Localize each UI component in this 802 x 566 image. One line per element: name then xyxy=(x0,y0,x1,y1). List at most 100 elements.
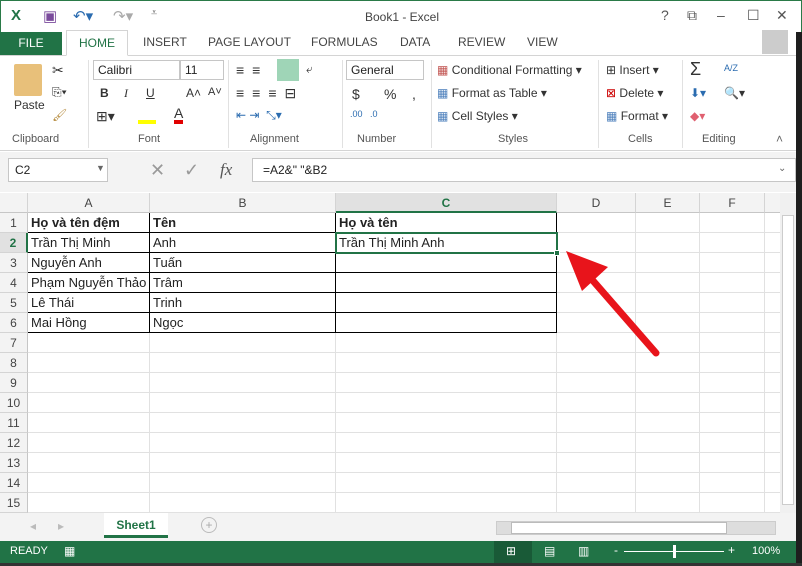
cell-C9[interactable] xyxy=(336,373,557,393)
cell-E14[interactable] xyxy=(636,473,700,493)
horizontal-align-icons[interactable]: ≡≡≡⊟ xyxy=(236,85,304,102)
cell-G15[interactable] xyxy=(765,493,780,513)
cell-G5[interactable] xyxy=(765,293,780,313)
tab-formulas[interactable]: FORMULAS xyxy=(311,35,378,49)
cell-F4[interactable] xyxy=(700,273,765,293)
row-header-10[interactable]: 10 xyxy=(0,393,28,413)
cell-E9[interactable] xyxy=(636,373,700,393)
cell-B13[interactable] xyxy=(150,453,336,473)
vertical-align-icons[interactable]: ≡≡ xyxy=(236,62,268,78)
expand-formula-icon[interactable]: ⌄ xyxy=(778,163,786,174)
page-layout-view-icon[interactable]: ▤ xyxy=(544,544,555,558)
cell-A6[interactable]: Mai Hồng xyxy=(28,313,150,333)
column-header-g[interactable] xyxy=(765,193,780,213)
tab-file[interactable]: FILE xyxy=(0,32,62,55)
cell-A2[interactable]: Trần Thị Minh xyxy=(28,233,150,253)
tab-data[interactable]: DATA xyxy=(400,35,430,49)
cell-A7[interactable] xyxy=(28,333,150,353)
find-select-icon[interactable]: 🔍▾ xyxy=(724,86,745,100)
cell-G11[interactable] xyxy=(765,413,780,433)
name-box[interactable]: C2 xyxy=(8,158,108,182)
cell-F2[interactable] xyxy=(700,233,765,253)
cell-E12[interactable] xyxy=(636,433,700,453)
cell-C13[interactable] xyxy=(336,453,557,473)
horizontal-scroll-thumb[interactable] xyxy=(511,522,727,534)
cell-B6[interactable]: Ngọc xyxy=(150,313,336,333)
cell-B15[interactable] xyxy=(150,493,336,513)
cell-G10[interactable] xyxy=(765,393,780,413)
cell-F7[interactable] xyxy=(700,333,765,353)
cell-C10[interactable] xyxy=(336,393,557,413)
insert-function-button[interactable]: fx xyxy=(220,160,232,180)
cell-F8[interactable] xyxy=(700,353,765,373)
cell-E10[interactable] xyxy=(636,393,700,413)
minimize-button[interactable]: – xyxy=(717,7,725,23)
cell-B9[interactable] xyxy=(150,373,336,393)
user-avatar[interactable] xyxy=(762,30,788,54)
row-header-5[interactable]: 5 xyxy=(0,293,28,313)
cell-A5[interactable]: Lê Thái xyxy=(28,293,150,313)
row-header-2[interactable]: 2 xyxy=(0,233,28,253)
help-button[interactable]: ? xyxy=(661,7,669,23)
decrease-decimal-button[interactable]: .0 xyxy=(370,109,378,119)
clear-icon[interactable]: ◆▾ xyxy=(690,109,705,123)
grow-font-button[interactable]: A˄ xyxy=(186,86,201,100)
cell-C5[interactable] xyxy=(336,293,557,313)
cell-A10[interactable] xyxy=(28,393,150,413)
column-header-e[interactable]: E xyxy=(636,193,700,213)
paste-button[interactable]: Paste xyxy=(14,98,45,112)
cell-C1[interactable]: Họ và tên xyxy=(336,213,557,233)
row-header-3[interactable]: 3 xyxy=(0,253,28,273)
fill-color-icon[interactable] xyxy=(138,108,156,124)
cell-C7[interactable] xyxy=(336,333,557,353)
cell-A3[interactable]: Nguyễn Anh xyxy=(28,253,150,273)
column-header-d[interactable]: D xyxy=(557,193,636,213)
cell-A12[interactable] xyxy=(28,433,150,453)
cell-E1[interactable] xyxy=(636,213,700,233)
row-header-13[interactable]: 13 xyxy=(0,453,28,473)
italic-button[interactable]: I xyxy=(124,86,128,101)
tab-home[interactable]: HOME xyxy=(66,30,128,56)
row-header-11[interactable]: 11 xyxy=(0,413,28,433)
tab-review[interactable]: REVIEW xyxy=(458,35,505,49)
vertical-scrollbar[interactable] xyxy=(780,193,796,513)
middle-align-button[interactable] xyxy=(277,59,299,81)
cell-A9[interactable] xyxy=(28,373,150,393)
zoom-out-button[interactable]: - xyxy=(614,543,618,557)
currency-button[interactable]: $ xyxy=(352,86,360,102)
cell-G2[interactable] xyxy=(765,233,780,253)
cell-A14[interactable] xyxy=(28,473,150,493)
copy-icon[interactable]: ⎘▾ xyxy=(52,85,67,100)
row-header-6[interactable]: 6 xyxy=(0,313,28,333)
fill-icon[interactable]: ⬇▾ xyxy=(690,86,706,100)
conditional-formatting-button[interactable]: ▦ Conditional Formatting ▾ xyxy=(437,63,582,77)
cell-E15[interactable] xyxy=(636,493,700,513)
cell-F5[interactable] xyxy=(700,293,765,313)
name-box-dropdown-icon[interactable]: ▼ xyxy=(96,163,105,173)
column-header-b[interactable]: B xyxy=(150,193,336,213)
cell-A11[interactable] xyxy=(28,413,150,433)
cell-A13[interactable] xyxy=(28,453,150,473)
cell-D10[interactable] xyxy=(557,393,636,413)
comma-button[interactable]: , xyxy=(412,86,416,102)
font-size-select[interactable]: 11 xyxy=(180,60,224,80)
row-header-4[interactable]: 4 xyxy=(0,273,28,293)
borders-icon[interactable]: ⊞▾ xyxy=(96,108,115,125)
cell-A15[interactable] xyxy=(28,493,150,513)
format-painter-icon[interactable]: 🖌 xyxy=(52,108,67,122)
ribbon-display-button[interactable]: ⧉ xyxy=(687,7,697,24)
cell-F6[interactable] xyxy=(700,313,765,333)
cell-B3[interactable]: Tuấn xyxy=(150,253,336,273)
new-sheet-button[interactable]: + xyxy=(201,517,217,533)
increase-decimal-button[interactable]: .00 xyxy=(350,109,363,119)
cell-D15[interactable] xyxy=(557,493,636,513)
row-header-8[interactable]: 8 xyxy=(0,353,28,373)
sort-filter-button[interactable]: A/Z xyxy=(724,63,738,73)
underline-button[interactable]: U xyxy=(146,86,155,100)
row-header-1[interactable]: 1 xyxy=(0,213,28,233)
cell-E13[interactable] xyxy=(636,453,700,473)
cell-F3[interactable] xyxy=(700,253,765,273)
cell-G1[interactable] xyxy=(765,213,780,233)
cancel-icon[interactable]: ✕ xyxy=(150,160,165,181)
row-header-9[interactable]: 9 xyxy=(0,373,28,393)
